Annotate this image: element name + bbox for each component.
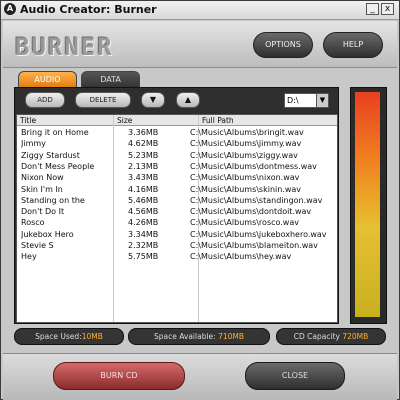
table-row[interactable]: Jukebox Hero 3.34MB C:\Music\Albums\jukebo… [17,229,337,240]
chevron-down-icon[interactable]: ▼ [316,94,328,107]
close-button[interactable]: CLOSE [245,362,345,390]
delete-button[interactable]: DELETE [75,92,131,108]
minimize-button[interactable]: _ [366,3,379,15]
row-title: Hey [21,252,37,262]
column-header-path[interactable]: Full Path [199,115,337,126]
row-title: Don't Mess People [21,161,95,171]
row-title: Skin I'm In [21,184,63,194]
row-path: C:\Music\Albums\nixon.wav [190,173,300,183]
row-size: 2.13MB [128,161,159,171]
row-path: C:\Music\Albums\hey.wav [190,252,292,262]
row-size: 4.62MB [128,139,159,149]
row-path: C:\Music\Albums\rosco.wav [190,218,299,228]
table-row[interactable]: Rosco 4.26MB C:\Music\Albums\rosco.wav [17,217,337,228]
row-size: 3.34MB [128,229,159,239]
table-row[interactable]: Ziggy Stardust 5.23MB C:\Music\Albums\zigg… [17,150,337,161]
cd-capacity-status: CD Capacity 720MB [276,328,386,345]
window-title: Audio Creator: Burner [20,3,157,16]
row-title: Jukebox Hero [21,229,74,239]
column-header-size[interactable]: Size [114,115,199,126]
table-row[interactable]: Hey 5.75MB C:\Music\Albums\hey.wav [17,251,337,262]
row-title: Rosco [21,218,45,228]
row-size: 2.32MB [128,241,159,250]
app-icon: A [4,3,16,15]
row-title: Jimmy [21,139,46,149]
row-path: C:\Music\Albums\standingon.wav [190,195,323,205]
move-down-button[interactable]: ▼ [141,92,165,108]
burn-cd-button[interactable]: BURN CD [53,362,185,390]
row-size: 3.36MB [128,128,159,137]
table-row[interactable]: Standing on the 5.46MB C:\Music\Albums\sta… [17,195,337,206]
row-title: Ziggy Stardust [21,150,80,160]
row-size: 5.75MB [128,252,159,262]
title-bar[interactable]: A Audio Creator: Burner _ x [1,1,399,20]
space-used-label: Space Used: [35,332,82,341]
cd-capacity-label: CD Capacity [293,332,340,341]
row-size: 5.46MB [128,195,159,205]
file-list[interactable]: Title Size Full Path Bring it on Home 3.3… [16,114,338,323]
cd-capacity-value: 720MB [342,332,369,341]
add-button[interactable]: ADD [25,92,65,108]
row-title: Standing on the [21,195,85,205]
drive-value: D:\ [287,96,299,105]
row-title: Nixon Now [21,173,64,183]
drive-select[interactable]: D:\ ▼ [284,93,329,108]
space-available-label: Space Available: [153,332,216,341]
header: BURNER OPTIONS HELP [3,21,397,68]
row-path: C:\Music\Albums\dontmess.wav [190,161,317,171]
column-header-title[interactable]: Title [17,115,114,126]
row-path: C:\Music\Albums\blameiton.wav [190,241,318,250]
tab-data[interactable]: DATA [81,71,140,88]
row-path: C:\Music\Albums\jimmy.wav [190,139,302,149]
table-row[interactable]: Don't Mess People 2.13MB C:\Music\Albums\d… [17,161,337,172]
table-row[interactable]: Stevie S 2.32MB C:\Music\Albums\blameiton.… [17,240,337,251]
level-meter [355,92,380,317]
row-size: 4.56MB [128,207,159,217]
table-row[interactable]: Bring it on Home 3.36MB C:\Music\Albums\br… [17,127,337,138]
table-row[interactable]: Skin I'm In 4.16MB C:\Music\Albums\skinin.… [17,184,337,195]
table-row[interactable]: Jimmy 4.62MB C:\Music\Albums\jimmy.wav [17,138,337,149]
row-path: C:\Music\Albums\bringit.wav [190,128,304,137]
space-used-status: Space Used:10MB [14,328,124,345]
options-button[interactable]: OPTIONS [253,32,313,58]
row-path: C:\Music\Albums\dontdoit.wav [190,207,312,217]
help-button[interactable]: HELP [323,32,383,58]
row-size: 4.16MB [128,184,159,194]
table-row[interactable]: Don't Do It 4.56MB C:\Music\Albums\dontdoi… [17,206,337,217]
space-available-status: Space Available: 710MB [128,328,270,345]
burner-logo: BURNER [15,33,114,61]
row-path: C:\Music\Albums\skinin.wav [190,184,302,194]
row-title: Stevie S [21,241,54,250]
space-used-value: 10MB [81,332,103,341]
row-title: Don't Do It [21,207,65,217]
arrow-up-icon: ▲ [184,95,192,104]
row-size: 3.43MB [128,173,159,183]
row-path: C:\Music\Albums\ziggy.wav [190,150,298,160]
tab-audio[interactable]: AUDIO [18,71,77,88]
close-window-button[interactable]: x [381,3,394,15]
move-up-button[interactable]: ▲ [176,92,200,108]
space-available-value: 710MB [218,332,245,341]
table-row[interactable]: Nixon Now 3.43MB C:\Music\Albums\nixon.wav [17,172,337,183]
row-size: 5.23MB [128,150,159,160]
row-size: 4.26MB [128,218,159,228]
app-window: A Audio Creator: Burner _ x BURNER OPTIO… [0,0,400,400]
arrow-down-icon: ▼ [149,95,157,104]
row-title: Bring it on Home [21,128,89,137]
row-path: C:\Music\Albums\jukeboxhero.wav [190,229,327,239]
